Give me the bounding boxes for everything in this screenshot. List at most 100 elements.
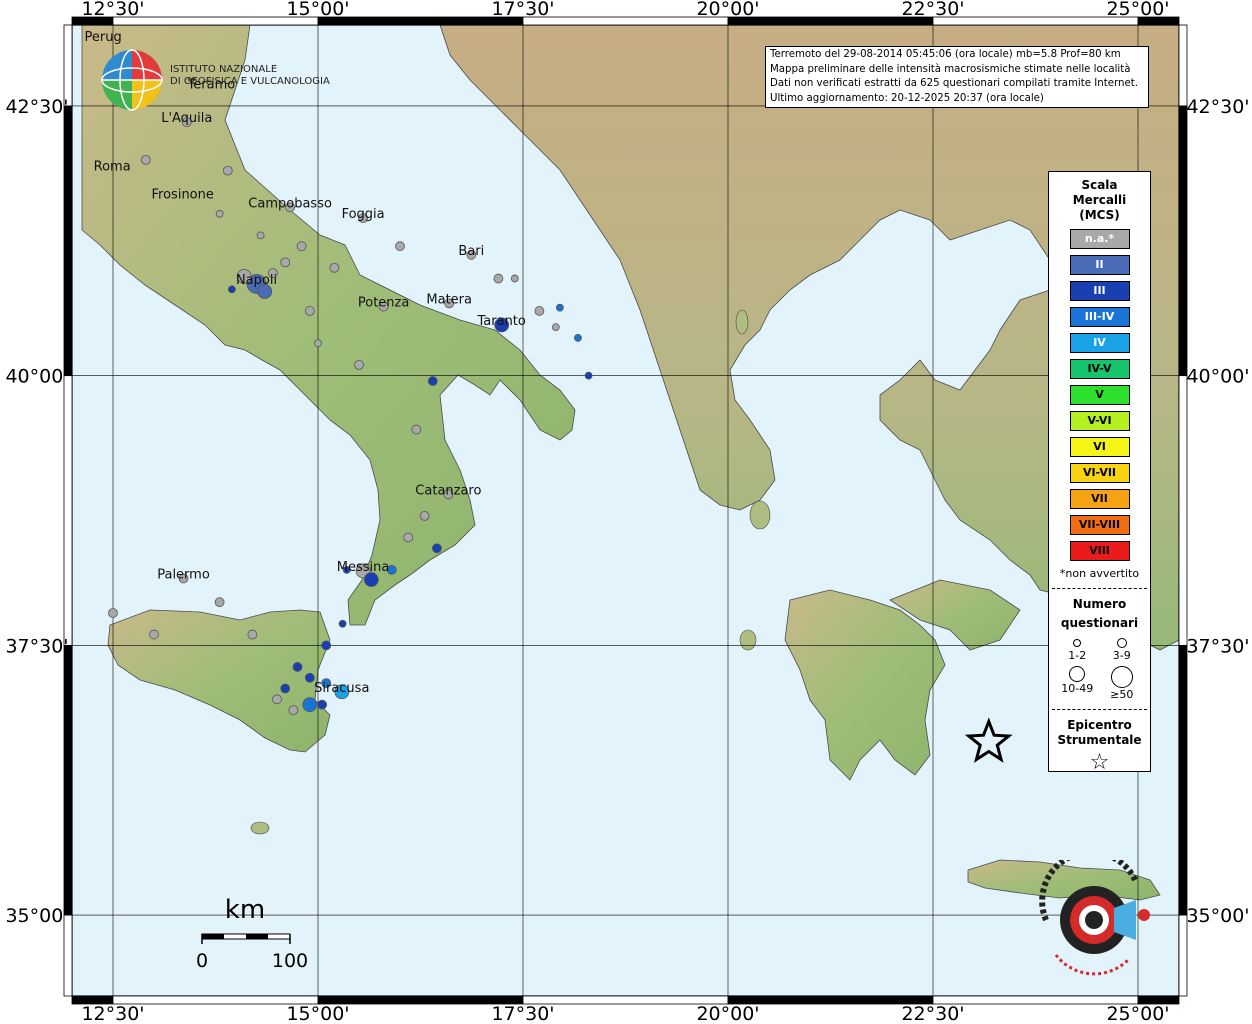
site-point (403, 532, 414, 543)
site-point (411, 424, 422, 435)
site-point (314, 339, 322, 348)
site-point (302, 697, 318, 713)
corfu-island (735, 309, 749, 335)
legend-title-1: Scala (1081, 178, 1118, 192)
frame-left-seg (63, 644, 73, 916)
city-label: Palermo (157, 567, 210, 582)
malta-island (250, 821, 270, 835)
frame-left-seg (63, 24, 73, 107)
city-label: Taranto (477, 314, 526, 329)
size-circle-3 (1069, 666, 1086, 682)
kefalonia-island (749, 500, 771, 530)
lon-label-top: 15°00' (286, 0, 349, 20)
legend-item-5: IV-V (1069, 359, 1130, 379)
frame-right-seg (1178, 375, 1188, 646)
site-point (247, 629, 258, 640)
legend-epi-2: Strumentale (1057, 733, 1142, 747)
site-point (227, 285, 236, 294)
lon-label-bottom: 20°00' (696, 1003, 759, 1024)
site-point (354, 359, 364, 370)
frame-left-seg (63, 914, 73, 997)
scale-bar-max: 100 (272, 950, 308, 972)
lat-label-left: 42°30' (5, 96, 68, 118)
site-point (574, 333, 582, 342)
site-point (214, 597, 225, 608)
size-label-1: 1-2 (1068, 649, 1087, 662)
site-point (338, 619, 347, 628)
lat-label-left: 37°30' (5, 635, 68, 657)
scale-bar-title: km (225, 895, 265, 925)
city-label: Campobasso (248, 196, 332, 211)
info-line2: Mappa preliminare delle intensità macros… (770, 63, 1131, 75)
legend-numero-2: questionari (1060, 616, 1139, 630)
info-line4: Ultimo aggiornamento: 20-12-2025 20:37 (… (770, 92, 1044, 104)
frame-right-seg (1178, 105, 1188, 377)
legend-item-11: VII-VIII (1069, 515, 1130, 535)
legend-item-8: VI (1069, 437, 1130, 457)
frame-left-seg (63, 375, 73, 646)
ingv-logo-text: ISTITUTO NAZIONALE DI GEOFISICA E VULCAN… (170, 64, 330, 88)
legend-epi-1: Epicentro (1067, 718, 1132, 732)
size-label-3: 10-49 (1061, 682, 1094, 695)
site-point (493, 273, 504, 284)
site-point (317, 699, 328, 710)
lon-label-top: 25°00' (1106, 0, 1169, 20)
info-line1: Terremoto del 29-08-2014 05:45:06 (ora l… (770, 49, 1121, 60)
legend-item-12: VIII (1069, 541, 1130, 561)
site-point (149, 629, 159, 640)
haisentito-terremoto-logo (1039, 860, 1150, 976)
city-label: Siracusa (314, 681, 369, 696)
zakynthos-island (739, 629, 757, 651)
frame-right-seg (1178, 914, 1188, 997)
site-point (108, 608, 118, 618)
city-label: L'Aquila (161, 111, 212, 126)
site-point (395, 241, 405, 252)
ingv-line1: ISTITUTO NAZIONALE (170, 64, 278, 75)
site-point (419, 510, 430, 521)
lon-label-bottom: 17°30' (491, 1003, 554, 1024)
legend-size-key: 1-2 3-9 10-49 ≥50 (1055, 637, 1144, 701)
legend-item-2: III (1069, 281, 1130, 301)
site-point (272, 694, 282, 705)
city-label: Frosinone (152, 188, 214, 203)
legend-item-9: VI-VII (1069, 463, 1130, 483)
legend-intensity-list: n.a.* II III III-IV IV IV-V V V-VI VI VI-VII VII VI… (1049, 229, 1150, 561)
lat-label-right: 42°30' (1186, 96, 1249, 118)
size-circle-2 (1116, 638, 1127, 648)
lon-label-top: 20°00' (696, 0, 759, 20)
legend-item-10: VII (1069, 489, 1130, 509)
lat-label-right: 40°00' (1186, 366, 1249, 388)
site-point (551, 323, 560, 331)
mcs-legend: Scala Mercalli (MCS) n.a.* II III III-IV IV I… (1048, 171, 1151, 775)
frame-right-seg (1178, 644, 1188, 916)
legend-item-7: V-VI (1069, 411, 1130, 431)
frame-left-seg (63, 105, 73, 377)
legend-item-4: IV (1069, 333, 1130, 353)
city-label: Napoli (236, 273, 277, 288)
ingv-line2: DI GEOFISICA E VULCANOLOGIA (170, 76, 330, 87)
city-label: Messina (337, 560, 390, 575)
legend-numero-1: Numero (1072, 597, 1127, 611)
size-label-2: 3-9 (1112, 649, 1131, 662)
site-point (140, 154, 151, 165)
lon-label-top: 12°30' (81, 0, 144, 20)
city-label: Roma (94, 160, 131, 175)
site-point (304, 672, 315, 683)
legend-star-icon: ☆ (1089, 750, 1110, 775)
site-point (584, 371, 593, 380)
size-circle-4 (1110, 666, 1133, 688)
city-label: Foggia (342, 207, 385, 222)
legend-item-3: III-IV (1069, 307, 1130, 327)
lon-label-bottom: 25°00' (1106, 1003, 1169, 1024)
lat-label-right: 37°30' (1186, 635, 1249, 657)
legend-item-6: V (1069, 385, 1130, 405)
site-point (431, 543, 442, 554)
lon-label-top: 17°30' (491, 0, 554, 20)
legend-note: *non avvertito (1059, 567, 1140, 580)
size-circle-1 (1073, 639, 1082, 647)
site-point (280, 257, 291, 268)
legend-title-3: (MCS) (1079, 208, 1120, 222)
site-point (510, 274, 519, 283)
lon-label-bottom: 12°30' (81, 1003, 144, 1024)
lon-label-top: 22°30' (901, 0, 964, 20)
